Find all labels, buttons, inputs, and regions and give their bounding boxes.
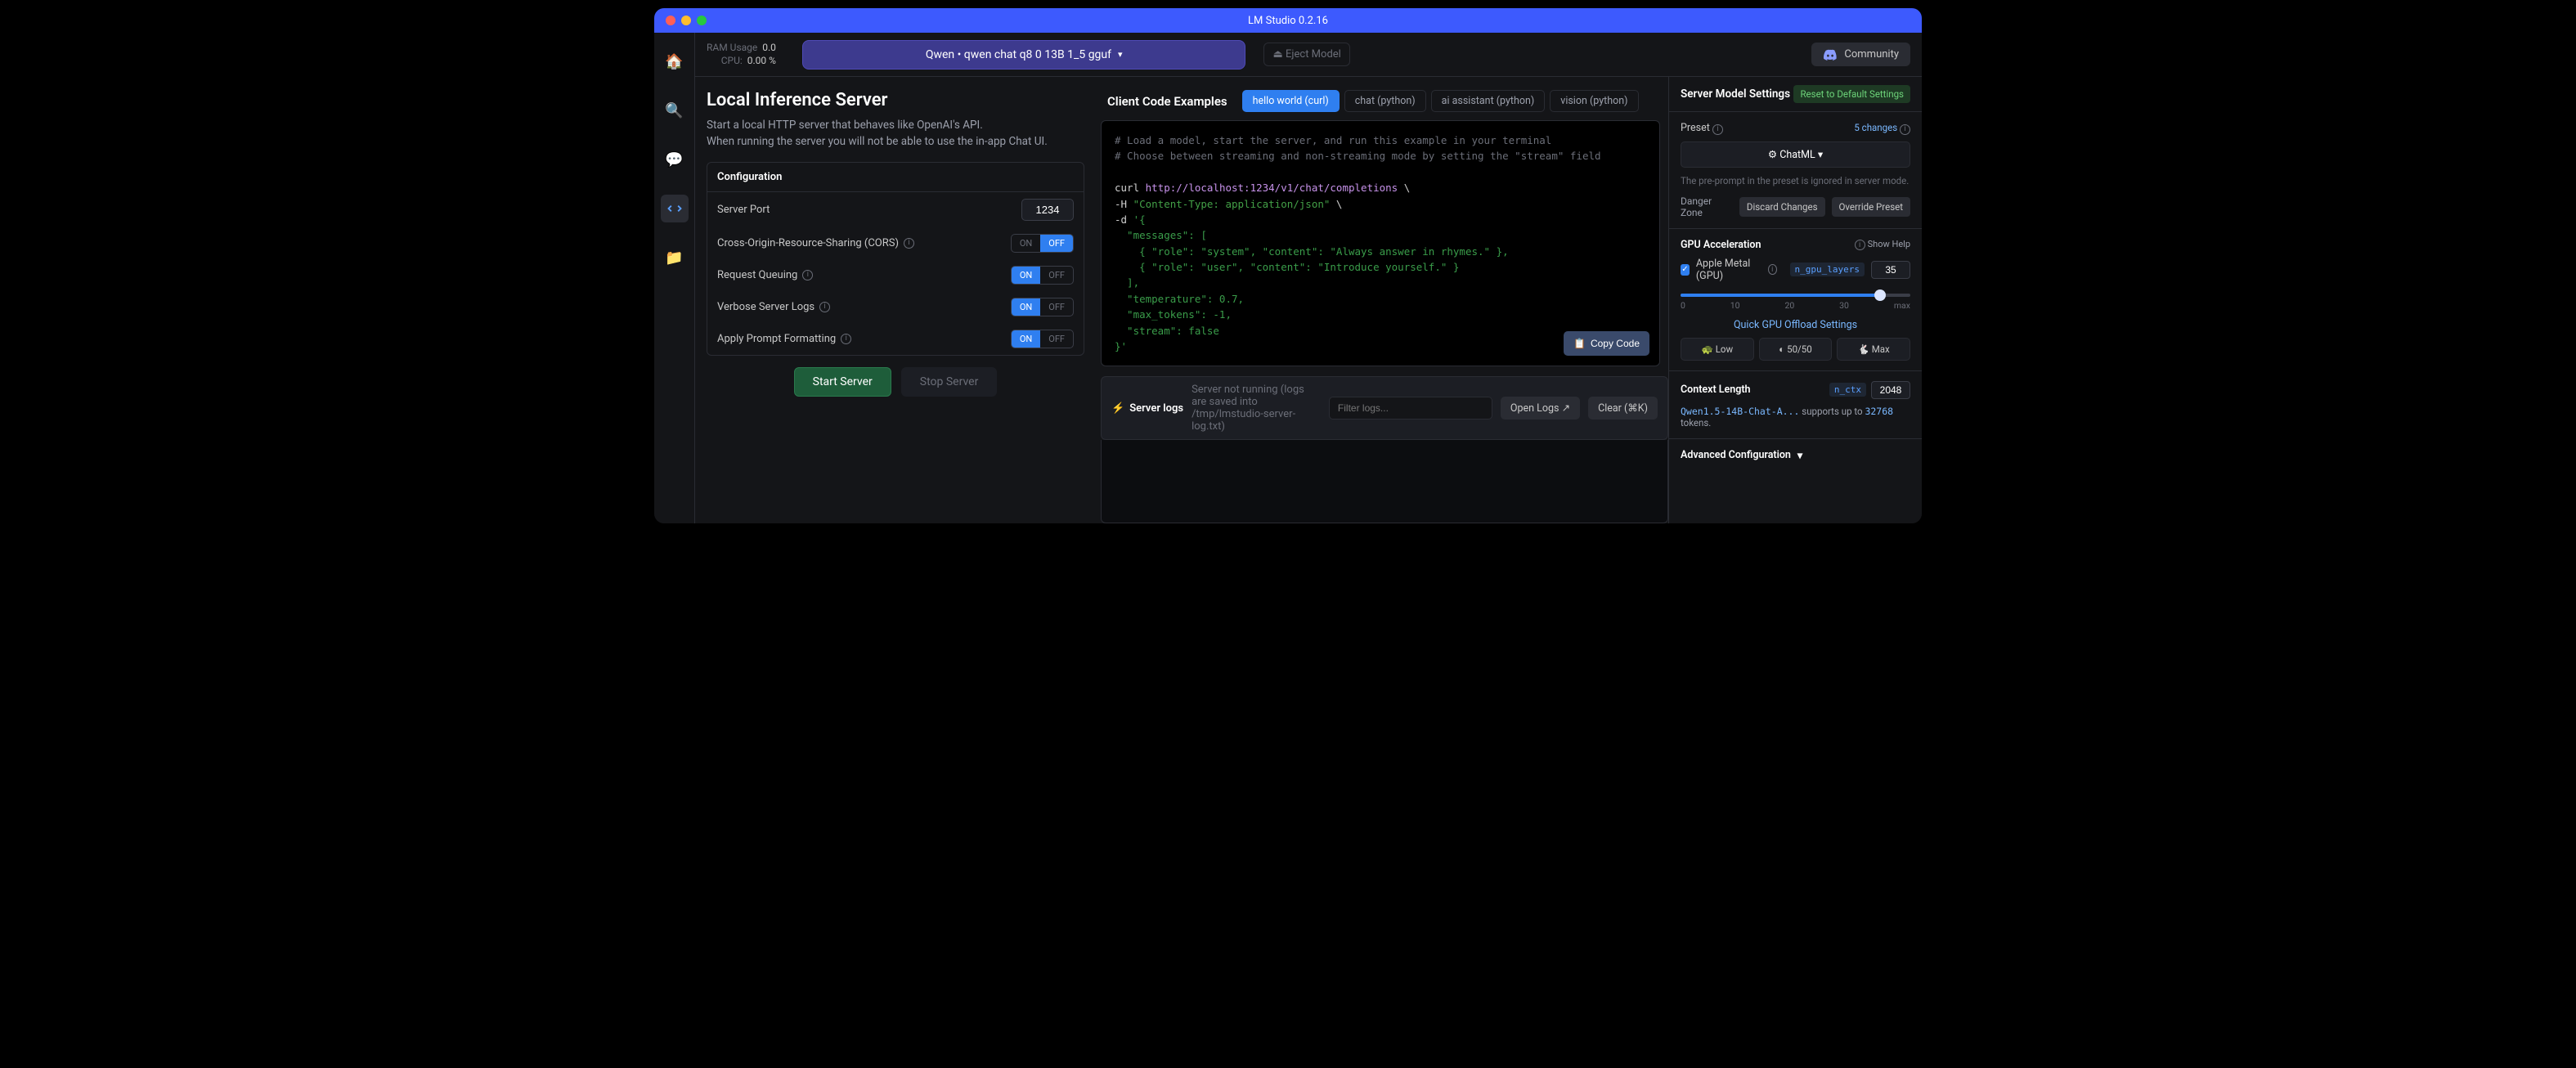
slider-thumb[interactable]	[1874, 289, 1886, 301]
chevron-down-icon: ▾	[1818, 149, 1823, 161]
config-row-cors: Cross-Origin-Resource-Sharing (CORS)i ON…	[707, 227, 1084, 259]
gear-icon: ⚙	[1768, 149, 1777, 161]
community-button[interactable]: Community	[1811, 43, 1910, 66]
server-config-panel: Local Inference Server Start a local HTT…	[695, 77, 1096, 523]
config-row-prompt-fmt: Apply Prompt Formattingi ONOFF	[707, 323, 1084, 355]
advanced-config-toggle[interactable]: Advanced Configuration ▾	[1669, 439, 1922, 472]
verbose-toggle[interactable]: ONOFF	[1011, 298, 1074, 316]
info-icon[interactable]: i	[904, 238, 914, 249]
context-header: Context Length	[1681, 384, 1751, 396]
cors-toggle[interactable]: ONOFF	[1011, 234, 1074, 253]
open-logs-button[interactable]: Open Logs ↗	[1501, 397, 1580, 420]
window-title: LM Studio 0.2.16	[1248, 15, 1328, 27]
app-window: LM Studio 0.2.16 🏠 🔍 💬 📁 RAM Usage 0.0 C…	[654, 8, 1922, 523]
changes-count[interactable]: 5 changes i	[1854, 122, 1910, 135]
tab-hello-world[interactable]: hello world (curl)	[1242, 90, 1340, 112]
minimize-window-button[interactable]	[681, 16, 691, 25]
sidebar-item-search[interactable]: 🔍	[661, 96, 689, 124]
config-row-verbose: Verbose Server Logsi ONOFF	[707, 291, 1084, 323]
server-logs-bar: ⚡ Server logs Server not running (logs a…	[1101, 376, 1668, 440]
start-server-button[interactable]: Start Server	[794, 367, 891, 397]
quick-offload-title: Quick GPU Offload Settings	[1681, 319, 1910, 331]
gpu-checkbox[interactable]: ✓	[1681, 264, 1690, 276]
logs-filter-input[interactable]	[1329, 397, 1492, 420]
danger-zone-label: Danger Zone	[1681, 195, 1733, 218]
titlebar: LM Studio 0.2.16	[654, 8, 1922, 33]
gpu-checkbox-label: Apple Metal (GPU)	[1696, 258, 1761, 282]
settings-header: Server Model Settings	[1681, 88, 1790, 101]
quick-5050-button[interactable]: ◐ 50/50	[1759, 338, 1833, 361]
model-name: Qwen • qwen chat q8 0 13B 1_5 gguf	[926, 48, 1111, 61]
page-title: Local Inference Server	[707, 90, 1084, 110]
info-icon: i	[1900, 124, 1910, 135]
config-header: Configuration	[707, 163, 1084, 192]
logs-output	[1101, 440, 1668, 523]
examples-header: Client Code Examples	[1107, 94, 1227, 109]
resource-stats: RAM Usage 0.0 CPU: 0.00 %	[707, 42, 776, 67]
chevron-down-icon: ▾	[1118, 49, 1123, 60]
config-row-port: Server Port	[707, 192, 1084, 227]
queue-toggle[interactable]: ONOFF	[1011, 266, 1074, 285]
copy-code-button[interactable]: 📋Copy Code	[1564, 331, 1649, 357]
gpu-layers-tag: n_gpu_layers	[1790, 263, 1865, 276]
quick-max-button[interactable]: 🐇 Max	[1837, 338, 1910, 361]
clipboard-icon: 📋	[1573, 336, 1586, 352]
gpu-header: GPU Acceleration	[1681, 239, 1761, 251]
preset-section: Preset i 5 changes i ⚙ ChatML ▾ The pre-…	[1669, 112, 1922, 229]
discard-changes-button[interactable]: Discard Changes	[1739, 197, 1825, 217]
info-icon[interactable]: i	[1712, 124, 1723, 135]
info-icon[interactable]: i	[819, 302, 830, 312]
server-icon	[666, 200, 683, 217]
gpu-layers-input[interactable]	[1871, 261, 1910, 279]
reset-settings-button[interactable]: Reset to Default Settings	[1793, 85, 1910, 103]
code-example: # Load a model, start the server, and ru…	[1101, 120, 1660, 366]
model-selector[interactable]: Qwen • qwen chat q8 0 13B 1_5 gguf ▾	[802, 40, 1246, 70]
sidebar-item-server[interactable]	[661, 195, 689, 222]
sidebar-item-home[interactable]: 🏠	[661, 47, 689, 75]
chevron-down-icon: ▾	[1797, 449, 1802, 462]
preset-note: The pre-prompt in the preset is ignored …	[1681, 174, 1910, 187]
stop-server-button[interactable]: Stop Server	[901, 367, 998, 397]
logs-title: ⚡ Server logs	[1111, 402, 1183, 415]
tab-ai-assistant[interactable]: ai assistant (python)	[1431, 90, 1546, 112]
tab-vision-python[interactable]: vision (python)	[1550, 90, 1638, 112]
model-settings-panel: Server Model Settings Reset to Default S…	[1668, 77, 1922, 523]
discord-icon	[1823, 49, 1838, 61]
server-port-input[interactable]	[1021, 199, 1074, 221]
eject-model-button[interactable]: ⏏ Eject Model	[1263, 43, 1349, 66]
context-length-input[interactable]	[1871, 381, 1910, 399]
ctx-tag: n_ctx	[1829, 383, 1866, 397]
gpu-section: GPU Acceleration iShow Help ✓ Apple Meta…	[1669, 229, 1922, 371]
sidebar-item-folder[interactable]: 📁	[661, 244, 689, 271]
topbar: RAM Usage 0.0 CPU: 0.00 % Qwen • qwen ch…	[695, 33, 1922, 77]
eject-icon: ⏏	[1272, 48, 1282, 61]
context-note: Qwen1.5-14B-Chat-A... supports up to 327…	[1681, 406, 1910, 429]
tab-chat-python[interactable]: chat (python)	[1344, 90, 1426, 112]
quick-low-button[interactable]: 🐢 Low	[1681, 338, 1754, 361]
sidebar-item-chat[interactable]: 💬	[661, 146, 689, 173]
prompt-fmt-toggle[interactable]: ONOFF	[1011, 330, 1074, 348]
configuration-box: Configuration Server Port Cross-Origin-R…	[707, 162, 1084, 356]
preset-selector[interactable]: ⚙ ChatML ▾	[1681, 141, 1910, 168]
clear-logs-button[interactable]: Clear (⌘K)	[1588, 397, 1658, 420]
info-icon[interactable]: i	[802, 270, 813, 280]
page-subtitle: Start a local HTTP server that behaves l…	[707, 117, 1084, 150]
activity-icon: ⚡	[1111, 402, 1124, 415]
logs-status: Server not running (logs are saved into …	[1192, 384, 1321, 433]
close-window-button[interactable]	[666, 16, 675, 25]
gpu-layers-slider[interactable]	[1681, 294, 1910, 297]
code-examples-panel: Client Code Examples hello world (curl) …	[1101, 77, 1668, 366]
example-tabs: Client Code Examples hello world (curl) …	[1101, 85, 1660, 120]
show-help-button[interactable]: iShow Help	[1855, 239, 1910, 251]
sidebar: 🏠 🔍 💬 📁	[654, 33, 695, 523]
slider-ticks: 0 10 20 30 max	[1681, 300, 1910, 311]
window-controls	[666, 16, 707, 25]
config-row-queue: Request Queuingi ONOFF	[707, 259, 1084, 291]
info-icon[interactable]: i	[841, 334, 851, 344]
context-section: Context Length n_ctx Qwen1.5-14B-Chat-A.…	[1669, 371, 1922, 439]
override-preset-button[interactable]: Override Preset	[1832, 197, 1910, 217]
maximize-window-button[interactable]	[697, 16, 707, 25]
info-icon[interactable]: i	[1768, 264, 1777, 275]
